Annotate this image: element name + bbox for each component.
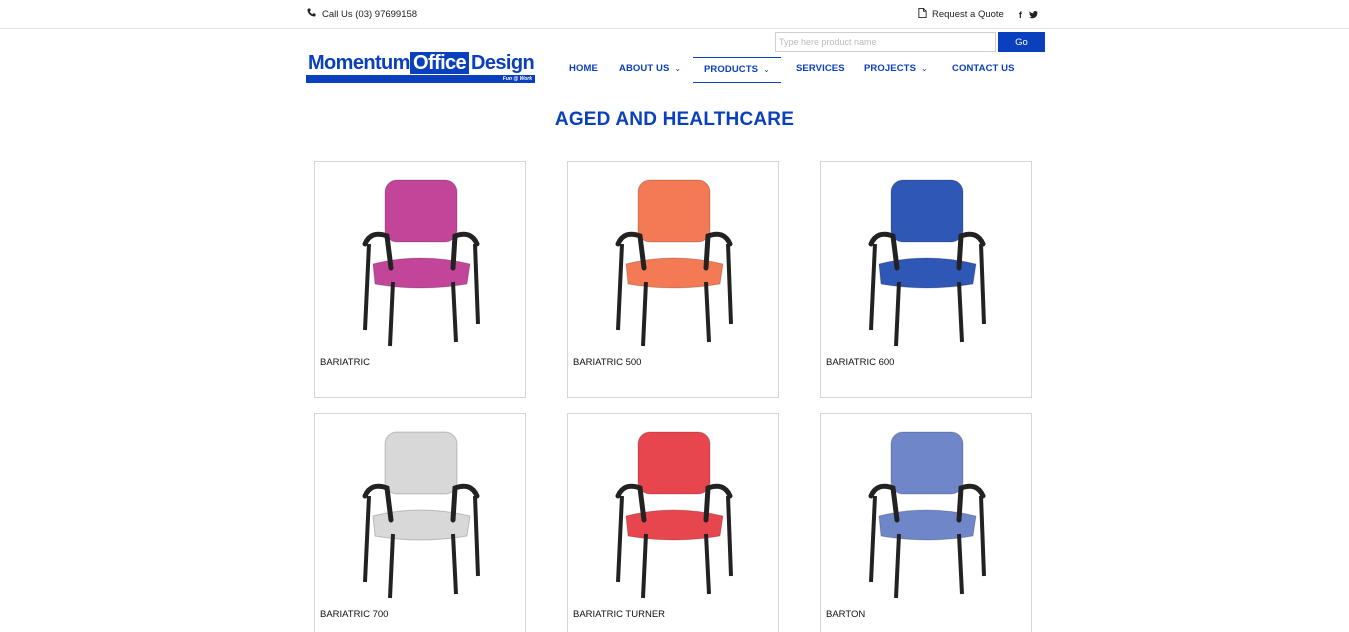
facebook-icon[interactable]: f — [1019, 10, 1022, 20]
top-right-links: Request a Quote f — [918, 8, 1038, 21]
chair-icon — [362, 179, 480, 347]
page-title: AGED AND HEALTHCARE — [554, 109, 795, 130]
product-card[interactable]: BARIATRIC — [314, 161, 526, 398]
nav-home[interactable]: HOME — [569, 57, 598, 83]
nav-projects[interactable]: PROJECTS ⌄ — [864, 57, 928, 83]
request-quote-link[interactable]: Request a Quote — [918, 8, 1004, 21]
nav-about-us[interactable]: ABOUT US ⌄ — [619, 57, 681, 83]
nav-products[interactable]: PRODUCTS ⌄ — [693, 57, 781, 83]
product-name[interactable]: BARIATRIC 700 — [320, 609, 388, 620]
product-name[interactable]: BARIATRIC TURNER — [573, 609, 665, 620]
nav-contact-label: CONTACT US — [952, 63, 1015, 74]
nav-projects-label: PROJECTS — [864, 63, 917, 74]
product-card[interactable]: BARIATRIC 600 — [820, 161, 1032, 398]
nav-contact-us[interactable]: CONTACT US — [952, 57, 1015, 83]
phone-link[interactable]: Call Us (03) 97699158 — [307, 8, 417, 20]
nav-products-label: PRODUCTS — [704, 64, 759, 75]
social-links: f — [1019, 10, 1038, 20]
product-card[interactable]: BARIATRIC TURNER — [567, 413, 779, 632]
top-bar: Call Us (03) 97699158 Request a Quote f — [0, 0, 1349, 29]
product-name[interactable]: BARIATRIC 600 — [826, 357, 894, 368]
chevron-down-icon: ⌄ — [674, 64, 682, 73]
phone-icon — [307, 8, 316, 20]
logo-word-design: Design — [471, 52, 535, 74]
document-icon — [918, 8, 927, 21]
chevron-down-icon: ⌄ — [763, 65, 770, 74]
logo-word-office: Office — [410, 52, 470, 74]
search-go-button[interactable]: Go — [998, 32, 1045, 52]
logo-word-momentum: Momentum — [308, 52, 410, 74]
logo-band — [306, 75, 535, 83]
nav-services-label: SERVICES — [796, 63, 845, 74]
request-quote-label: Request a Quote — [932, 9, 1004, 20]
product-name[interactable]: BARIATRIC — [320, 357, 370, 368]
product-search-input[interactable] — [775, 32, 996, 52]
chair-icon — [615, 431, 733, 599]
product-card[interactable]: BARIATRIC 700 — [314, 413, 526, 632]
logo-tagline: Fun @ Work — [502, 76, 532, 82]
phone-label: Call Us (03) 97699158 — [322, 8, 418, 20]
chair-icon — [868, 179, 986, 347]
chair-icon — [615, 179, 733, 347]
nav-home-label: HOME — [569, 63, 598, 74]
product-name[interactable]: BARTON — [826, 609, 865, 620]
chevron-down-icon: ⌄ — [921, 64, 928, 73]
nav-about-label: ABOUT US — [619, 63, 670, 74]
chair-icon — [362, 431, 480, 599]
chair-icon — [868, 431, 986, 599]
product-card[interactable]: BARTON — [820, 413, 1032, 632]
twitter-icon[interactable] — [1028, 10, 1038, 20]
product-name[interactable]: BARIATRIC 500 — [573, 357, 641, 368]
nav-services[interactable]: SERVICES — [796, 57, 845, 83]
product-card[interactable]: BARIATRIC 500 — [567, 161, 779, 398]
brand-logo[interactable]: Momentum Office Design Fun @ Work — [306, 52, 535, 84]
